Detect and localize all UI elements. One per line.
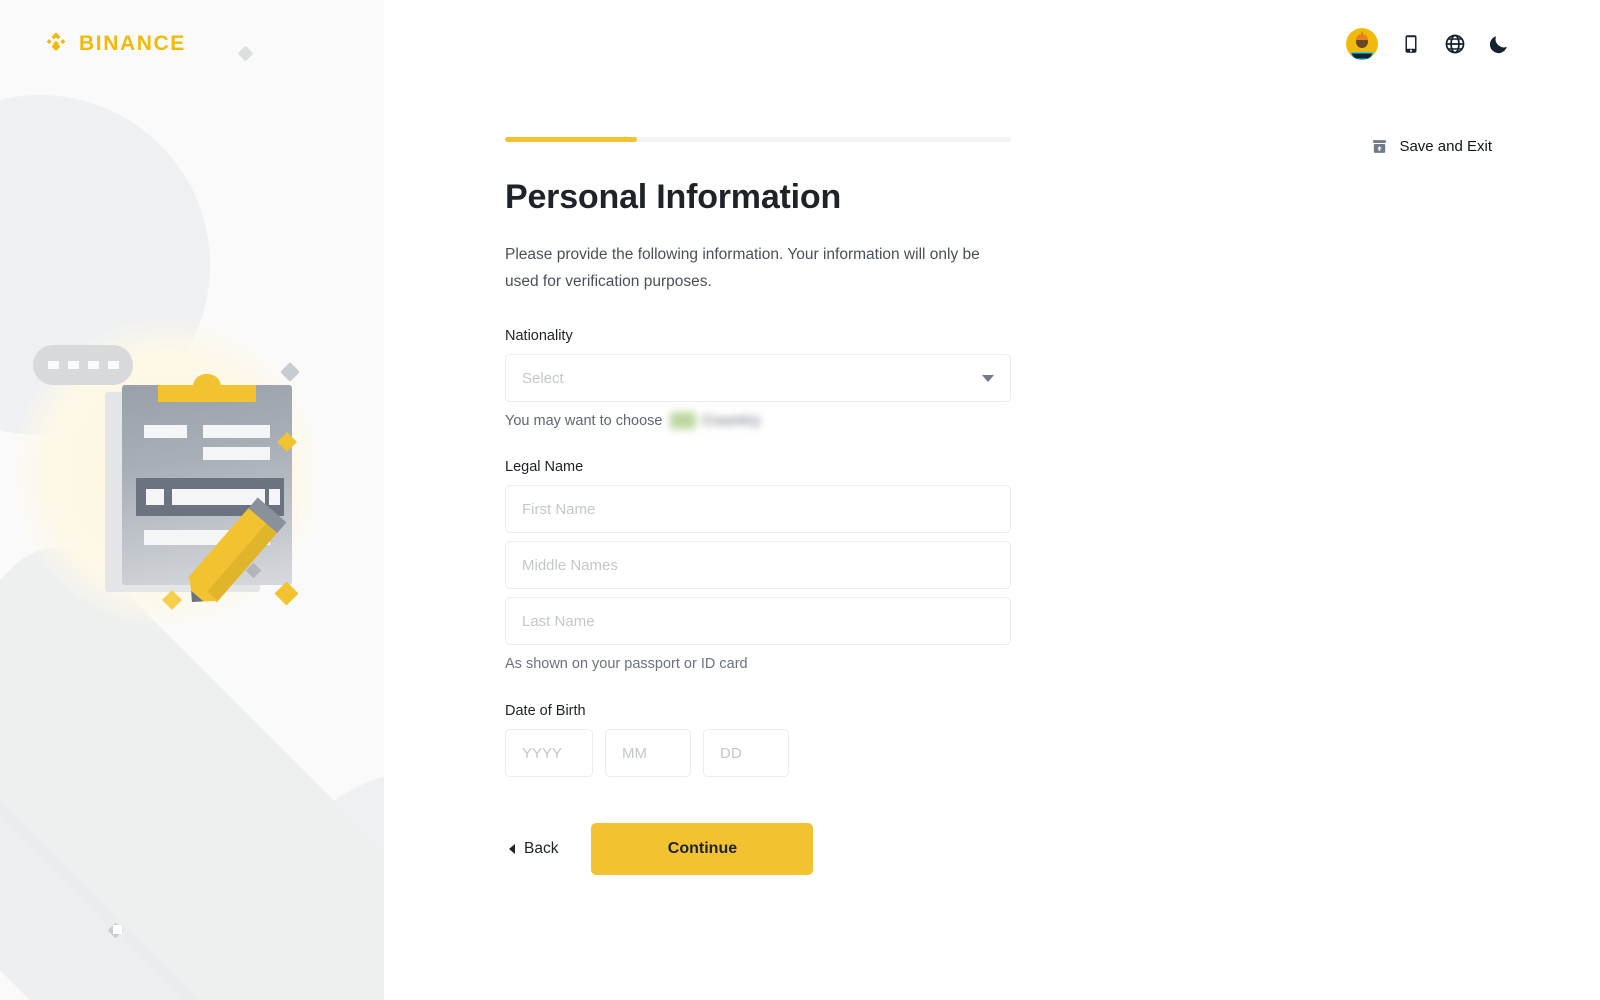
background-square-white: [113, 925, 122, 934]
nationality-suggestion: You may want to choose Country: [505, 412, 1011, 429]
logo-decorative-diamond: [237, 45, 254, 62]
save-box-icon: [1373, 140, 1387, 153]
legal-name-label: Legal Name: [505, 459, 584, 475]
decorative-diamond-yellow: [274, 581, 299, 606]
save-and-exit-label: Save and Exit: [1399, 138, 1492, 155]
clipboard-clip-knob: [193, 374, 221, 396]
nationality-suggestion-redacted[interactable]: Country: [670, 412, 760, 429]
clipboard-row: [203, 425, 270, 438]
left-illustration-panel: BINANCE: [0, 0, 384, 1000]
main-content: Save and Exit Personal Information Pleas…: [384, 0, 1600, 1000]
nationality-label: Nationality: [505, 328, 573, 344]
date-of-birth-group: Date of Birth YYYY MM DD: [505, 703, 1011, 777]
save-and-exit-button[interactable]: Save and Exit: [1371, 138, 1492, 155]
continue-button[interactable]: Continue: [591, 823, 814, 875]
clipboard-row: [203, 447, 270, 460]
page-subtitle: Please provide the following information…: [505, 246, 980, 290]
nationality-select[interactable]: Select: [505, 354, 1011, 402]
globe-icon[interactable]: [1444, 33, 1466, 55]
middle-names-placeholder: Middle Names: [522, 556, 618, 574]
chevron-down-icon: [982, 375, 994, 382]
decorative-diamond-yellow: [162, 590, 182, 610]
chevron-left-icon: [509, 844, 515, 854]
kyc-personal-information-page: BINANCE Save and Exit Personal Informati…: [0, 0, 1600, 1000]
binance-logo[interactable]: BINANCE: [42, 30, 186, 58]
middle-names-input[interactable]: Middle Names: [505, 541, 1011, 589]
back-label: Back: [524, 840, 559, 857]
page-title: Personal Information: [505, 178, 842, 216]
legal-name-group: Legal Name First Name Middle Names Last …: [505, 459, 1011, 672]
clipboard-row: [144, 425, 187, 438]
progress-bar: [505, 137, 1011, 142]
date-of-birth-row: YYYY MM DD: [505, 729, 1011, 777]
back-button[interactable]: Back: [505, 832, 562, 866]
last-name-placeholder: Last Name: [522, 612, 595, 630]
dob-month-placeholder: MM: [622, 744, 647, 762]
first-name-placeholder: First Name: [522, 500, 596, 518]
dob-day-input[interactable]: DD: [703, 729, 789, 777]
binance-diamond-logo-icon: [46, 32, 66, 51]
nationality-suggestion-value: Country: [702, 412, 761, 429]
nationality-placeholder: Select: [522, 369, 564, 387]
dob-month-input[interactable]: MM: [605, 729, 691, 777]
dob-year-placeholder: YYYY: [522, 744, 563, 762]
first-name-input[interactable]: First Name: [505, 485, 1011, 533]
nationality-group: Nationality Select You may want to choos…: [505, 328, 1011, 429]
last-name-input[interactable]: Last Name: [505, 597, 1011, 645]
form-actions: Back Continue: [505, 823, 814, 875]
dob-day-placeholder: DD: [720, 744, 742, 762]
decorative-square-gray: [280, 362, 300, 382]
date-of-birth-label: Date of Birth: [505, 703, 586, 719]
nationality-suggestion-prefix: You may want to choose: [505, 412, 663, 429]
moon-dark-mode-icon[interactable]: [1488, 33, 1510, 55]
mobile-phone-icon[interactable]: [1400, 33, 1422, 55]
flag-icon: [670, 412, 697, 429]
clipboard-illustration: [25, 330, 345, 630]
legal-name-note: As shown on your passport or ID card: [505, 656, 748, 672]
speech-bubble-icon: [33, 345, 133, 385]
dob-year-input[interactable]: YYYY: [505, 729, 593, 777]
user-avatar[interactable]: [1346, 28, 1378, 60]
binance-logo-text: BINANCE: [79, 32, 186, 55]
top-bar: [1346, 0, 1600, 88]
progress-bar-fill: [505, 137, 637, 142]
